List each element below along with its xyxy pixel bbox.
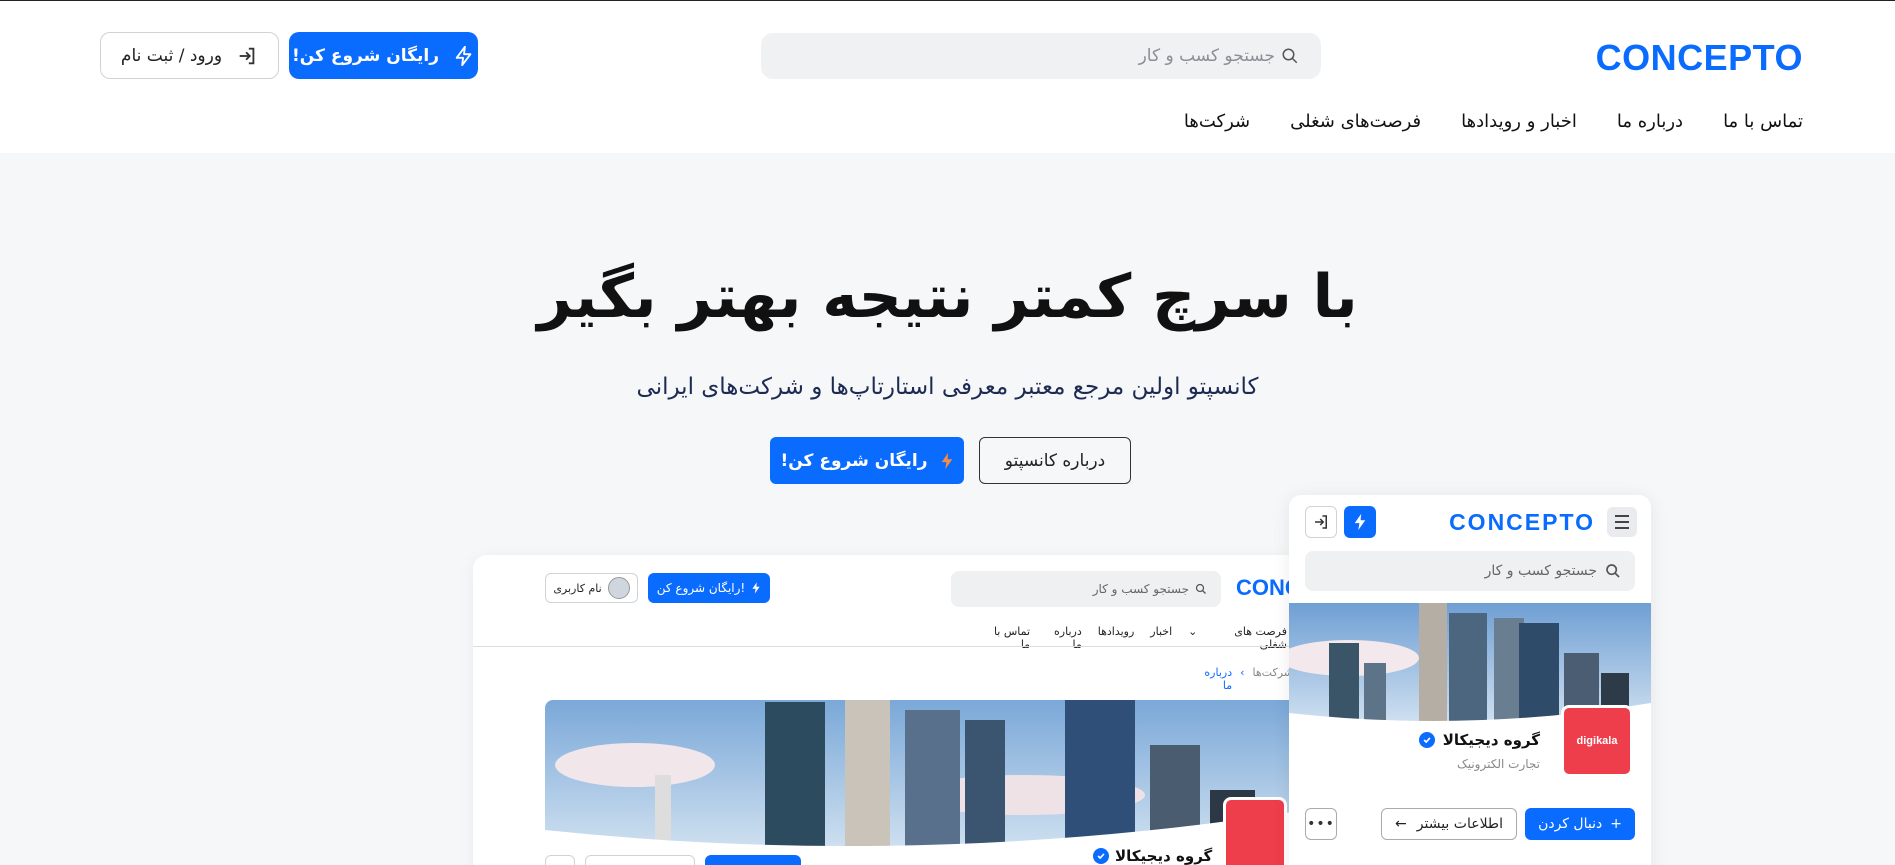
- hero-title: با سرچ کمتر نتیجه بهتر بگیر: [537, 262, 1358, 332]
- chevron-left-icon: ›: [1240, 666, 1245, 679]
- login-icon: [239, 47, 255, 64]
- preview-nav-contact: تماس با ما: [993, 625, 1031, 651]
- search-icon: [1282, 48, 1298, 64]
- site-logo[interactable]: CONCEPTO: [1596, 37, 1803, 79]
- preview-nav-about: درباره ما: [1054, 625, 1082, 651]
- preview-dots-button: [545, 855, 575, 865]
- preview-start-label: رایگان شروع کن!: [656, 581, 746, 595]
- mobile-company-name: گروه دیجیکالا: [1442, 731, 1540, 749]
- login-register-label: ورود / ثبت نام: [120, 45, 223, 66]
- search-input[interactable]: جستجو کسب و کار: [761, 33, 1321, 79]
- nav-about[interactable]: درباره ما: [1617, 111, 1683, 132]
- preview-nav: فرصت های شغلی ⌄ اخبار رویدادها درباره ما…: [987, 625, 1287, 651]
- mobile-preview: CONCEPTO جستجو کسب و کار digikala گروه د…: [1289, 495, 1651, 865]
- preview-search-placeholder: جستجو کسب و کار: [1092, 582, 1189, 596]
- nav-news-events[interactable]: اخبار و رویدادها: [1461, 111, 1577, 132]
- breadcrumb-companies: شرکت‌ها: [1252, 666, 1293, 679]
- mobile-company-logo: digikala: [1561, 705, 1633, 777]
- mobile-company-category: تجارت الکترونیک: [1456, 757, 1540, 771]
- preview-nav-jobs: فرصت های شغلی: [1234, 625, 1287, 651]
- verified-icon: [1093, 848, 1109, 864]
- lightning-icon: [752, 582, 760, 594]
- hero-subtitle: کانسپتو اولین مرجع معتبر معرفی استارتاپ‌…: [636, 374, 1259, 400]
- search-icon: [1606, 564, 1620, 578]
- preview-nav-news: اخبار: [1150, 625, 1173, 638]
- preview-more-button: [585, 855, 695, 865]
- divider: [473, 646, 1293, 647]
- mobile-company-name-row: گروه دیجیکالا: [1418, 731, 1540, 749]
- city-banner-image: [545, 700, 1293, 850]
- hero-start-label: !رایگان شروع کن: [780, 450, 928, 471]
- preview-nav-events: رویدادها: [1097, 625, 1135, 638]
- nav-contact[interactable]: تماس با ما: [1723, 111, 1803, 132]
- preview-follow-button: [705, 855, 801, 865]
- breadcrumb-about: درباره ما: [1204, 666, 1233, 692]
- mobile-follow-button: + دنبال کردن: [1525, 808, 1635, 840]
- preview-user-name: نام کاربری: [553, 581, 602, 595]
- site-header: CONCEPTO جستجو کسب و کار !رایگان شروع کن…: [0, 0, 1895, 153]
- nav-jobs[interactable]: فرصت‌های شغلی: [1290, 111, 1421, 132]
- preview-company-name: گروه دیجیکالا: [1115, 847, 1213, 865]
- chevron-down-icon: ⌄: [1188, 625, 1198, 638]
- avatar: [607, 577, 630, 599]
- more-options-icon: •••: [1305, 808, 1337, 840]
- lightning-icon: [455, 45, 472, 66]
- search-placeholder: جستجو کسب و کار: [1138, 46, 1275, 66]
- main-nav: تماس با ما درباره ما اخبار و رویدادها فر…: [1184, 111, 1803, 132]
- mobile-search: جستجو کسب و کار: [1305, 551, 1635, 591]
- start-free-button[interactable]: !رایگان شروع کن: [289, 32, 478, 79]
- mobile-more-info-button: اطلاعات بیشتر ←: [1381, 808, 1517, 840]
- preview-company-logo: [1223, 797, 1287, 865]
- desktop-preview: CONC جستجو کسب و کار رایگان شروع کن! نام…: [473, 555, 1293, 865]
- mobile-search-placeholder: جستجو کسب و کار: [1484, 563, 1597, 579]
- arrow-left-icon: ←: [1395, 816, 1407, 832]
- preview-search: جستجو کسب و کار: [951, 571, 1221, 607]
- plus-icon: +: [1610, 816, 1622, 832]
- about-concepto-button[interactable]: درباره کانسپتو: [979, 437, 1131, 484]
- lightning-icon: [1344, 506, 1376, 538]
- preview-user-button: نام کاربری: [545, 573, 638, 603]
- preview-company-name-row: گروه دیجیکالا: [1093, 847, 1212, 865]
- verified-icon: [1418, 732, 1435, 748]
- start-free-label: !رایگان شروع کن: [291, 45, 440, 66]
- search-icon: [1195, 583, 1206, 594]
- mobile-more-info-label: اطلاعات بیشتر: [1416, 816, 1503, 832]
- mobile-follow-label: دنبال کردن: [1538, 816, 1603, 832]
- mobile-logo: CONCEPTO: [1449, 509, 1595, 535]
- nav-companies[interactable]: شرکت‌ها: [1184, 111, 1250, 132]
- hero-start-free-button[interactable]: !رایگان شروع کن: [770, 437, 964, 484]
- lightning-icon: [941, 452, 952, 469]
- hamburger-menu-icon: [1607, 507, 1637, 537]
- login-register-button[interactable]: ورود / ثبت نام: [100, 32, 279, 79]
- login-icon: [1305, 506, 1337, 538]
- preview-start-button: رایگان شروع کن!: [648, 573, 770, 603]
- preview-logo: CONC: [1236, 575, 1293, 600]
- breadcrumb: شرکت‌ها › درباره ما: [1192, 666, 1293, 692]
